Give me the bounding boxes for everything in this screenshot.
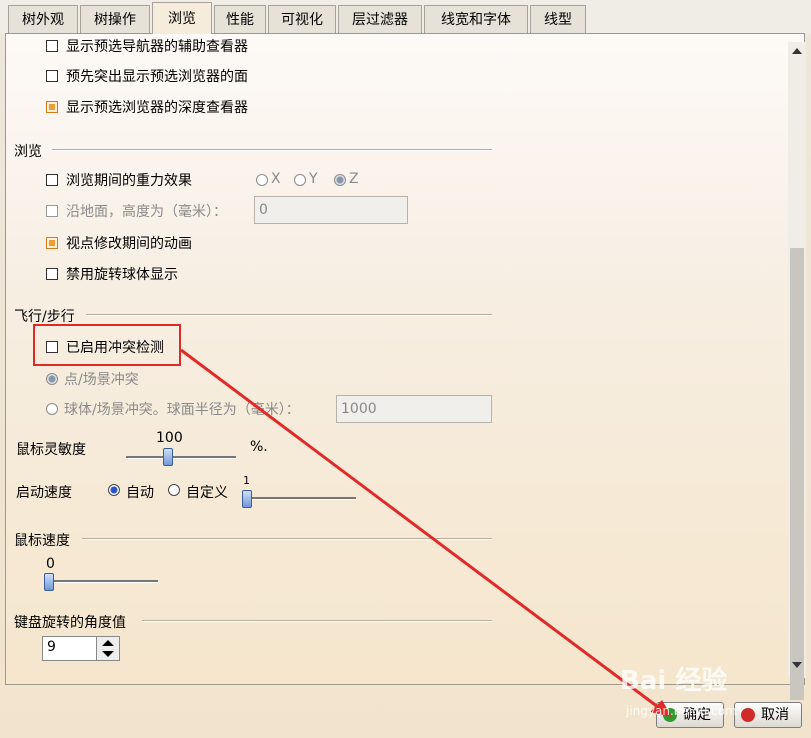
tab-navigation[interactable]: 浏览 [152,2,212,34]
watermark-logo: Bai 经验 [620,666,728,696]
watermark-url: jingyan.baidu.com [626,704,737,718]
annotation-arrow [180,348,672,717]
